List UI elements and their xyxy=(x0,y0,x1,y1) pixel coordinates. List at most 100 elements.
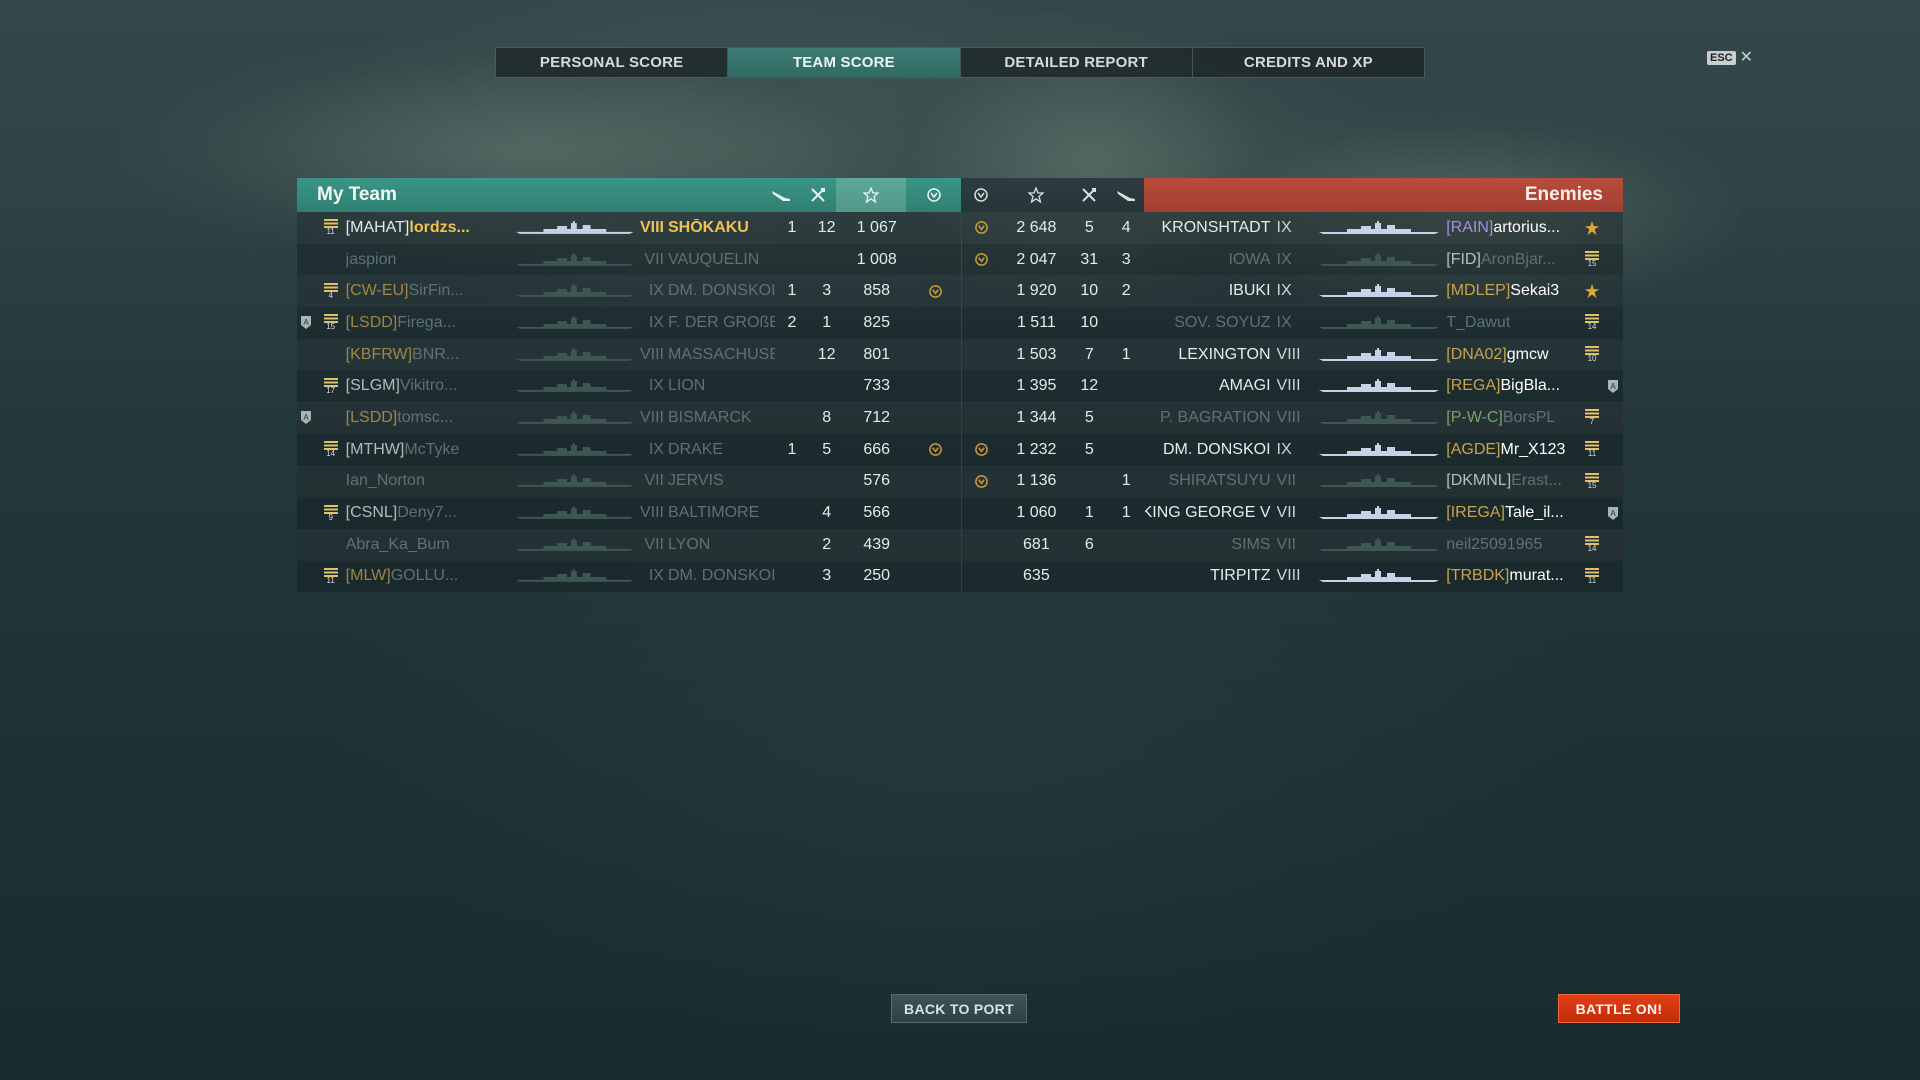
my-team-row[interactable]: 11 [MAHAT] lordzs... VIII SHŌKAKU 1 12 1 067 xyxy=(297,212,961,244)
achievement-medal-icon xyxy=(975,221,989,235)
enemy-row[interactable]: 2 648 5 4 KRONSHTADT IX [RAIN] artorius... xyxy=(962,212,1623,244)
achievement-medal-icon xyxy=(928,443,942,457)
xp-value: 576 xyxy=(863,472,891,490)
enemy-row[interactable]: 1 060 1 1 KING GEORGE V VII [IREGA] Tale_il...… xyxy=(962,497,1623,529)
xp-star-icon[interactable] xyxy=(836,178,906,212)
enemy-row[interactable]: 681 6 SIMS VII neil25091965 14 xyxy=(962,529,1623,561)
my-team-row[interactable]: A [LSDD] tomsc... VIII BISMARCK 8 712 xyxy=(297,402,961,434)
frags-icon[interactable] xyxy=(799,178,836,212)
clan-tag: [MTHW] xyxy=(345,440,405,458)
enemy-row[interactable]: 2 047 31 3 IOWA IX [FID] AronBjar... 15 xyxy=(962,244,1623,276)
player-name: Tale_il... xyxy=(1504,504,1564,522)
ship-silhouette-icon xyxy=(516,347,634,361)
player-name: Ian_Norton xyxy=(345,472,425,490)
tab-credits-and-xp[interactable]: CREDITS AND XP xyxy=(1193,48,1424,77)
my-team-row[interactable]: 4 [CW-EU] SirFin... IX DM. DONSKOI 1 3 858 xyxy=(297,275,961,307)
frags-value: 12 xyxy=(817,218,836,236)
enemy-row[interactable]: 635 TIRPITZ VIII [TRBDK] murat... 11 xyxy=(962,561,1623,593)
planes-destroyed-value: 3 xyxy=(1121,250,1131,268)
my-team-title: My Team xyxy=(317,184,397,205)
tab-detailed-report[interactable]: DETAILED REPORT xyxy=(961,48,1193,77)
ship-tier: VII xyxy=(1276,472,1297,490)
ship-tier: VIII xyxy=(639,504,664,522)
planes-destroyed-icon[interactable] xyxy=(762,178,799,212)
xp-star-icon[interactable] xyxy=(1001,178,1070,212)
ship-silhouette xyxy=(514,379,636,393)
rank-chevron-icon: 14 xyxy=(1585,536,1600,553)
tab-personal-score[interactable]: PERSONAL SCORE xyxy=(496,48,729,77)
clan-tag: [DNA02] xyxy=(1446,345,1507,363)
enemy-row[interactable]: 1 344 5 P. BAGRATION VIII [P-W-C] BorsPL 7 xyxy=(962,402,1623,434)
player-badge: A xyxy=(297,315,316,330)
player-name-cell: [MAHAT] lordzs... xyxy=(346,219,515,237)
xp-value: 801 xyxy=(863,345,891,363)
player-rank: 14 xyxy=(316,441,346,458)
my-team-row[interactable]: A 15 [LSDD] Firega... IX F. DER GROßE 2 1 825 xyxy=(297,307,961,339)
ship-silhouette-icon xyxy=(1319,506,1440,520)
player-rank: 17 xyxy=(316,377,346,395)
ship-silhouette-icon xyxy=(516,537,634,551)
player-name: tomsc... xyxy=(397,408,454,426)
xp-value: 858 xyxy=(863,282,891,300)
my-team-row[interactable]: 9 [CSNL] Deny7... VIII BALTIMORE 4 566 xyxy=(297,497,961,529)
achievement-icon[interactable] xyxy=(961,178,1001,212)
player-name-cell: [CW-EU] SirFin... xyxy=(346,282,515,300)
rank-star-icon xyxy=(1584,220,1600,235)
player-rank: 10 xyxy=(1581,346,1603,363)
my-team-row[interactable]: 11 [MLW] GOLLU... IX DM. DONSKOI 3 250 xyxy=(297,561,961,593)
ship-name: KING GEORGE V xyxy=(1144,504,1271,522)
my-team-row[interactable]: Abra_Ka_Bum VII LYON 2 439 xyxy=(297,529,961,561)
my-team-row[interactable]: [KBFRW]BNR... VIIIMASSACHUSE... 12 801 xyxy=(297,339,961,371)
enemy-row[interactable]: 1 136 1 SHIRATSUYU VII [DKMNL] Erast... 15 xyxy=(962,466,1623,498)
clan-tag: [MDLEP] xyxy=(1446,282,1511,300)
ship-silhouette-icon xyxy=(1319,284,1440,298)
achievement-cell xyxy=(910,284,961,299)
frags-value: 12 xyxy=(1080,377,1099,395)
battle-on-button[interactable]: BATTLE ON! xyxy=(1558,994,1680,1023)
enemy-row[interactable]: 1 511 10 SOV. SOYUZ IX T_Dawut 14 xyxy=(962,307,1623,339)
ship-silhouette-icon xyxy=(516,506,634,519)
ship-silhouette xyxy=(1312,252,1446,267)
close-button[interactable]: ESC ✕ xyxy=(1707,50,1753,66)
rank-chevron-icon: 14 xyxy=(1585,314,1600,331)
clan-tag: [REGA] xyxy=(1446,377,1501,395)
rank-chevron-icon: 4 xyxy=(323,282,338,300)
player-name: SirFin... xyxy=(408,282,464,300)
enemy-row[interactable]: 1 395 12 AMAGI VIII [REGA] BigBla... A xyxy=(962,370,1623,402)
tab-team-score[interactable]: TEAM SCORE xyxy=(728,48,961,77)
xp-value: 712 xyxy=(863,408,891,426)
planes-destroyed-icon[interactable] xyxy=(1107,178,1144,212)
xp-value: 250 xyxy=(863,567,891,585)
back-to-port-button[interactable]: BACK TO PORT xyxy=(891,994,1027,1023)
ship-name: LION xyxy=(667,377,706,395)
planes-destroyed-value: 2 xyxy=(787,313,797,331)
enemy-row[interactable]: 1 920 10 2 IBUKI IX [MDLEP] Sekai3 xyxy=(962,275,1623,307)
ship-name: IOWA xyxy=(1228,250,1271,268)
frags-icon[interactable] xyxy=(1070,178,1107,212)
my-team-row[interactable]: jaspion VII VAUQUELIN 1 008 xyxy=(297,244,961,276)
player-rank: 11 xyxy=(316,219,346,236)
enemy-row[interactable]: 1 503 7 1 LEXINGTON VIII [DNA02] gmcw 10 xyxy=(962,339,1623,371)
clan-tag: [CW-EU] xyxy=(345,282,409,300)
player-name-cell: T_Dawut xyxy=(1446,314,1581,332)
ship-tier: IX xyxy=(1276,250,1292,268)
ship-name: F. DER GROßE xyxy=(667,313,775,331)
my-team-row[interactable]: 17 [SLGM] Vikitro... IX LION 733 xyxy=(297,370,961,402)
my-team-row[interactable]: 14 [MTHW] McTyke IX DRAKE 1 5 666 xyxy=(297,434,961,466)
player-name-cell: [P-W-C] BorsPL xyxy=(1446,409,1581,427)
ship-silhouette xyxy=(1312,569,1446,583)
ship-silhouette-icon xyxy=(1319,220,1440,234)
rank-chevron-icon: 7 xyxy=(1585,409,1600,426)
achievement-icon[interactable] xyxy=(906,178,961,212)
my-team-row[interactable]: Ian_Norton VII JERVIS 576 xyxy=(297,466,961,498)
clan-tag: [AGDE] xyxy=(1446,440,1501,458)
player-name-cell: [LSDD] tomsc... xyxy=(346,409,515,427)
clan-tag: [MLW] xyxy=(345,567,391,585)
ship-silhouette-icon xyxy=(1319,410,1440,424)
xp-value: 1 136 xyxy=(1016,472,1057,490)
frags-value: 31 xyxy=(1080,250,1099,268)
enemy-row[interactable]: 1 232 5 DM. DONSKOI IX [AGDE] Mr_X123 11 xyxy=(962,434,1623,466)
ship-silhouette xyxy=(1312,410,1446,425)
xp-value: 681 xyxy=(1023,535,1050,553)
player-name: artorius... xyxy=(1493,218,1561,236)
